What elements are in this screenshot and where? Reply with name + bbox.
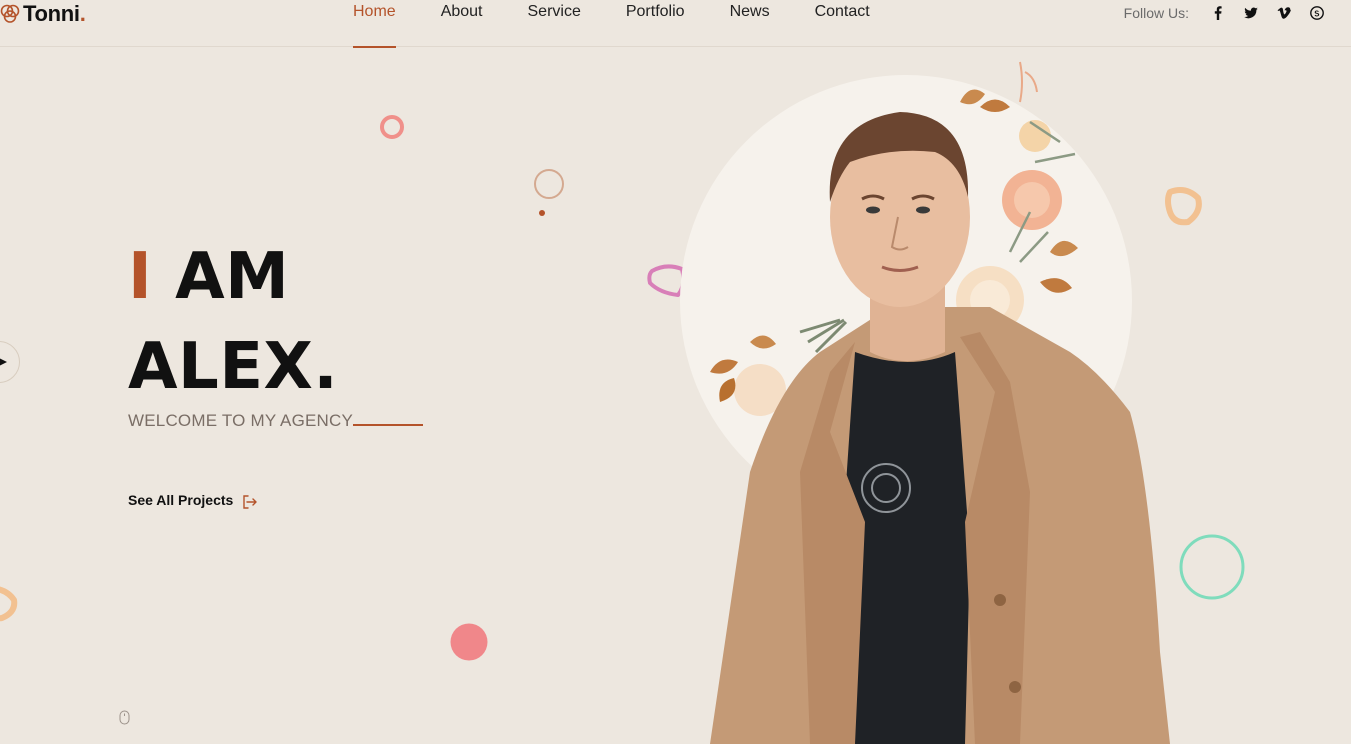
facebook-icon[interactable] (1201, 4, 1234, 22)
see-all-projects-link[interactable]: See All Projects (128, 488, 259, 511)
vimeo-icon[interactable] (1267, 4, 1300, 22)
cta-label: See All Projects (128, 491, 234, 508)
logo[interactable]: Tonni. (0, 0, 86, 28)
main-nav: Home About Service Portfolio News Contac… (353, 0, 870, 48)
nav-home[interactable]: Home (353, 0, 396, 48)
hero-title-line1: AM (175, 240, 290, 314)
mouse-scroll-icon (119, 710, 130, 725)
decor-ring-tan (534, 169, 564, 216)
hero-title-accent: I (128, 240, 153, 314)
decor-ring-mint (1179, 534, 1245, 600)
hero-title: I AM ALEX. (128, 232, 338, 412)
hero-title-line2: ALEX. (128, 330, 339, 404)
nav-about[interactable]: About (441, 0, 483, 47)
nav-service[interactable]: Service (528, 0, 581, 47)
logo-icon (0, 4, 20, 23)
portrait-image (710, 61, 1170, 744)
site-header: Tonni. Home About Service Portfolio News… (0, 0, 1351, 48)
play-button[interactable] (0, 341, 20, 383)
logo-text: Tonni. (23, 1, 86, 26)
decor-blob-orange (1165, 187, 1202, 226)
subtitle-underline (353, 424, 424, 426)
decor-blob-left (0, 586, 18, 622)
hero-subtitle: WELCOME TO MY AGENCY (128, 411, 424, 431)
nav-contact[interactable]: Contact (815, 0, 870, 47)
decor-ring-pink (380, 115, 404, 139)
decor-dot-coral (450, 623, 488, 661)
play-icon (0, 358, 7, 366)
arrow-exit-icon (243, 495, 258, 509)
nav-news[interactable]: News (730, 0, 770, 47)
social-follow: Follow Us: (1124, 4, 1333, 22)
skype-icon[interactable] (1300, 4, 1333, 22)
nav-portfolio[interactable]: Portfolio (626, 0, 685, 47)
twitter-icon[interactable] (1234, 4, 1267, 22)
hero-subtitle-text: WELCOME TO MY AGENCY (128, 411, 354, 430)
follow-label: Follow Us: (1123, 5, 1189, 21)
